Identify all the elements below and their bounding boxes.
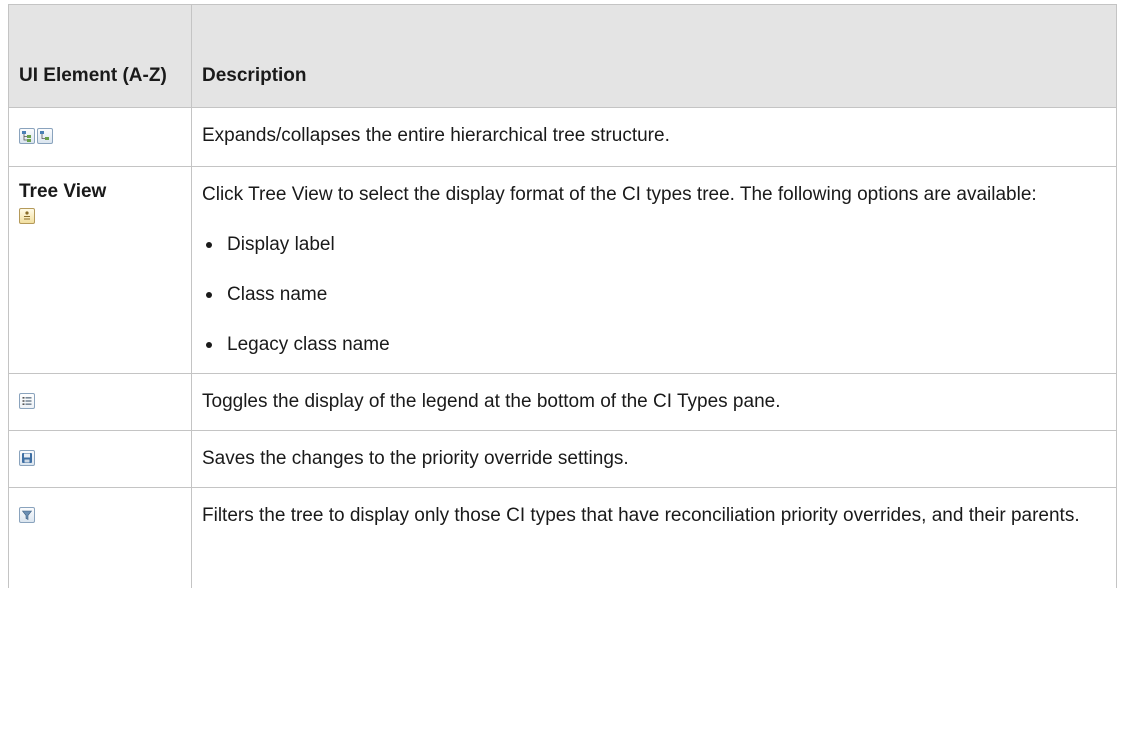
table-row: Tree View Click Tree View to select the … [8,166,1117,374]
table-row: Toggles the display of the legend at the… [8,373,1117,431]
header-ui-element-label: UI Element (A-Z) [19,65,167,86]
element-cell [8,487,192,588]
element-cell [8,430,192,488]
collapse-tree-icon [37,128,53,144]
legend-icon[interactable] [19,393,35,409]
ui-elements-table: UI Element (A-Z) Description Expands/col… [8,4,1117,588]
description-cell: Filters the tree to display only those C… [191,487,1117,588]
tree-view-icon[interactable] [19,208,35,224]
list-item: Display label [202,229,1106,261]
list-item: Legacy class name [202,329,1106,361]
row-description: Click Tree View to select the display fo… [202,184,1037,205]
list-item: Class name [202,279,1106,311]
header-description: Description [191,4,1117,108]
element-cell: Tree View [8,166,192,374]
option-legacy-class-name: Legacy class name [227,334,390,355]
table-header-row: UI Element (A-Z) Description [8,4,1117,108]
row-description: Expands/collapses the entire hierarchica… [202,125,670,146]
save-icon[interactable] [19,450,35,466]
bullet-icon [206,242,212,248]
tree-view-label: Tree View [19,181,107,202]
description-cell: Saves the changes to the priority overri… [191,430,1117,488]
table-row: Expands/collapses the entire hierarchica… [8,107,1117,167]
row-description: Saves the changes to the priority overri… [202,448,629,469]
row-description: Filters the tree to display only those C… [202,505,1080,526]
header-ui-element: UI Element (A-Z) [8,4,192,108]
bullet-icon [206,342,212,348]
description-cell: Click Tree View to select the display fo… [191,166,1117,374]
element-cell [8,373,192,431]
filter-icon[interactable] [19,507,35,523]
row-description: Toggles the display of the legend at the… [202,391,781,412]
description-cell: Toggles the display of the legend at the… [191,373,1117,431]
description-cell: Expands/collapses the entire hierarchica… [191,107,1117,167]
option-display-label: Display label [227,234,335,255]
option-class-name: Class name [227,284,328,305]
element-cell [8,107,192,167]
header-description-label: Description [202,65,307,86]
table-row: Filters the tree to display only those C… [8,487,1117,588]
bullet-icon [206,292,212,298]
expand-tree-icon [19,128,35,144]
tree-view-options-list: Display label Class name Legacy class na… [202,229,1106,361]
table-row: Saves the changes to the priority overri… [8,430,1117,488]
